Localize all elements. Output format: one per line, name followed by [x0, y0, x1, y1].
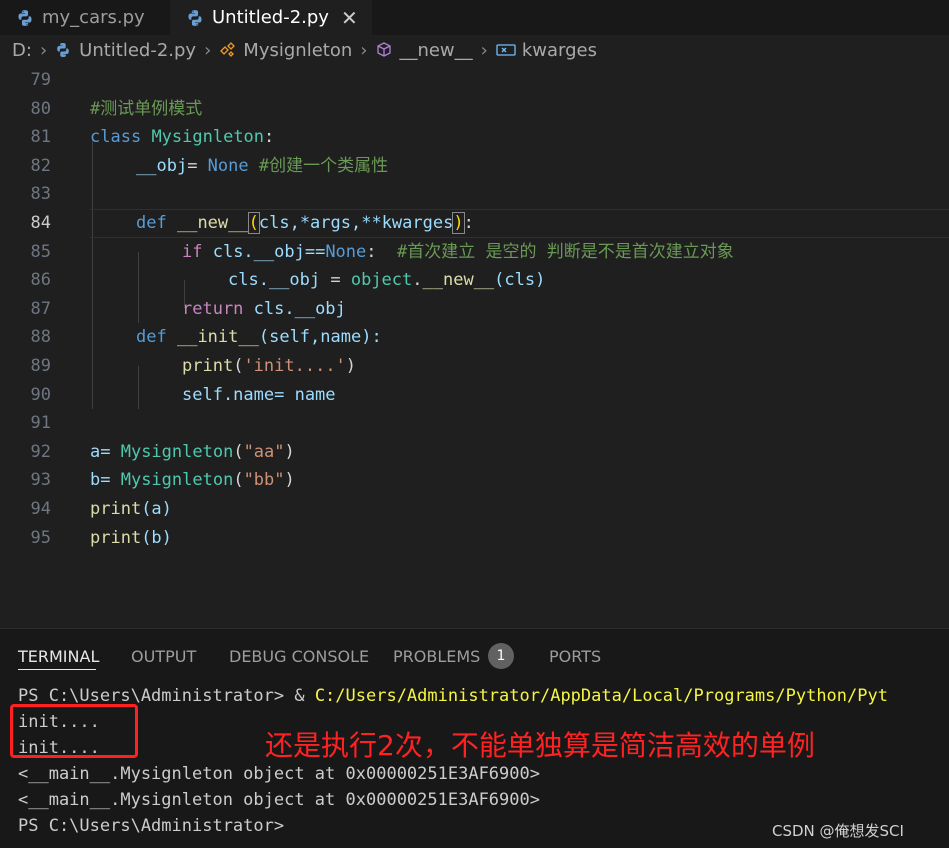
watermark: CSDN @俺想发SCI — [772, 822, 904, 840]
python-file-icon — [57, 43, 69, 57]
line-number: 95 — [30, 527, 51, 548]
line-number: 80 — [30, 98, 51, 119]
python-file-icon — [188, 9, 202, 26]
code-line: 86 cls.__obj = object.__new__(cls) — [0, 266, 949, 295]
chevron-right-icon: › — [360, 39, 368, 61]
highlight-box — [10, 704, 138, 758]
breadcrumb: D: › Untitled-2.py › Mysignleton › __new… — [0, 35, 949, 65]
class-symbol-icon — [220, 42, 236, 57]
breadcrumb-file[interactable]: Untitled-2.py — [79, 40, 196, 61]
code-text: b= Mysignleton("bb") — [90, 470, 295, 491]
line-number: 88 — [30, 327, 51, 348]
code-line: 80 #测试单例模式 — [0, 95, 949, 124]
line-number: 87 — [30, 298, 51, 319]
code-line: 95 print(b) — [0, 524, 949, 553]
tab-untitled-2[interactable]: Untitled-2.py ✕ — [170, 0, 372, 35]
code-text: print(a) — [90, 499, 172, 519]
tab-label: my_cars.py — [42, 7, 145, 28]
tab-terminal[interactable]: TERMINAL — [18, 647, 99, 666]
terminal-line: <__main__.Mysignleton object at 0x000002… — [18, 790, 540, 810]
code-line: 90 self.name= name — [0, 381, 949, 410]
line-number: 86 — [30, 270, 51, 291]
annotation-text: 还是执行2次，不能单独算是简洁高效的单例 — [265, 729, 815, 762]
chevron-right-icon: › — [204, 39, 212, 61]
line-number: 83 — [30, 184, 51, 205]
chevron-right-icon: › — [480, 39, 488, 61]
code-comment: #测试单例模式 — [90, 98, 203, 119]
code-text: if cls.__obj==None: #首次建立 是空的 判断是不是首次建立对… — [182, 241, 734, 262]
code-text: a= Mysignleton("aa") — [90, 441, 295, 462]
line-number: 85 — [30, 241, 51, 262]
code-line-active: 84 def __new__(cls,*args,**kwarges): — [0, 209, 949, 238]
terminal-line: <__main__.Mysignleton object at 0x000002… — [18, 764, 540, 784]
line-number: 94 — [30, 499, 51, 519]
line-number: 79 — [30, 70, 51, 90]
tab-ports[interactable]: PORTS — [549, 647, 601, 666]
editor-tab-bar: my_cars.py Untitled-2.py ✕ — [0, 0, 949, 35]
tab-output[interactable]: OUTPUT — [131, 647, 196, 666]
breadcrumb-param[interactable]: kwarges — [522, 40, 597, 61]
code-text: print(b) — [90, 527, 172, 548]
line-number: 89 — [30, 356, 51, 376]
variable-symbol-icon — [496, 44, 516, 56]
python-file-icon — [18, 9, 32, 26]
chevron-right-icon: › — [39, 39, 48, 61]
code-text: cls.__obj = object.__new__(cls) — [228, 270, 546, 291]
code-text: class Mysignleton: — [90, 127, 275, 148]
code-line: 88 def __init__(self,name): — [0, 323, 949, 352]
active-tab-indicator — [18, 669, 96, 670]
close-tab-icon[interactable]: ✕ — [341, 6, 358, 30]
line-number: 91 — [30, 413, 51, 434]
problems-count-badge: 1 — [488, 643, 514, 669]
line-number: 84 — [30, 213, 51, 233]
code-line: 91 — [0, 409, 949, 438]
code-line: 94 print(a) — [0, 495, 949, 524]
tab-my-cars[interactable]: my_cars.py — [0, 0, 171, 35]
line-number: 82 — [30, 155, 51, 176]
code-line: 87 return cls.__obj — [0, 295, 949, 324]
line-number: 92 — [30, 441, 51, 462]
code-text: __obj= None #创建一个类属性 — [136, 155, 389, 176]
tab-problems[interactable]: PROBLEMS — [393, 647, 480, 666]
code-line: 81 class Mysignleton: — [0, 123, 949, 152]
code-line: 89 print('init....') — [0, 352, 949, 381]
tab-label: Untitled-2.py — [212, 7, 329, 28]
code-text: return cls.__obj — [182, 298, 346, 319]
code-text: def __new__(cls,*args,**kwarges): — [136, 212, 474, 234]
panel-tabs: TERMINAL OUTPUT DEBUG CONSOLE PROBLEMS 1… — [0, 629, 949, 683]
code-line: 85 if cls.__obj==None: #首次建立 是空的 判断是不是首次… — [0, 238, 949, 267]
code-line: 93 b= Mysignleton("bb") — [0, 466, 949, 495]
code-line: 92 a= Mysignleton("aa") — [0, 438, 949, 467]
breadcrumb-drive[interactable]: D: — [12, 40, 32, 61]
breadcrumb-method[interactable]: __new__ — [399, 40, 472, 61]
tab-debug-console[interactable]: DEBUG CONSOLE — [229, 647, 369, 666]
line-number: 81 — [30, 127, 51, 148]
terminal-line: PS C:\Users\Administrator> & C:/Users/Ad… — [18, 686, 888, 706]
code-editor[interactable]: 79 80 #测试单例模式 81 class Mysignleton: 82 _… — [0, 66, 949, 628]
code-line: 83 — [0, 180, 949, 209]
code-line: 82 __obj= None #创建一个类属性 — [0, 152, 949, 181]
breadcrumb-class[interactable]: Mysignleton — [243, 40, 352, 61]
line-number: 90 — [30, 384, 51, 405]
line-number: 93 — [30, 470, 51, 491]
code-text: self.name= name — [182, 384, 336, 405]
method-symbol-icon — [377, 42, 392, 57]
code-line: 79 — [0, 66, 949, 95]
code-text: print('init....') — [182, 356, 357, 376]
code-text: def __init__(self,name): — [136, 327, 382, 348]
terminal-line: PS C:\Users\Administrator> — [18, 816, 285, 836]
